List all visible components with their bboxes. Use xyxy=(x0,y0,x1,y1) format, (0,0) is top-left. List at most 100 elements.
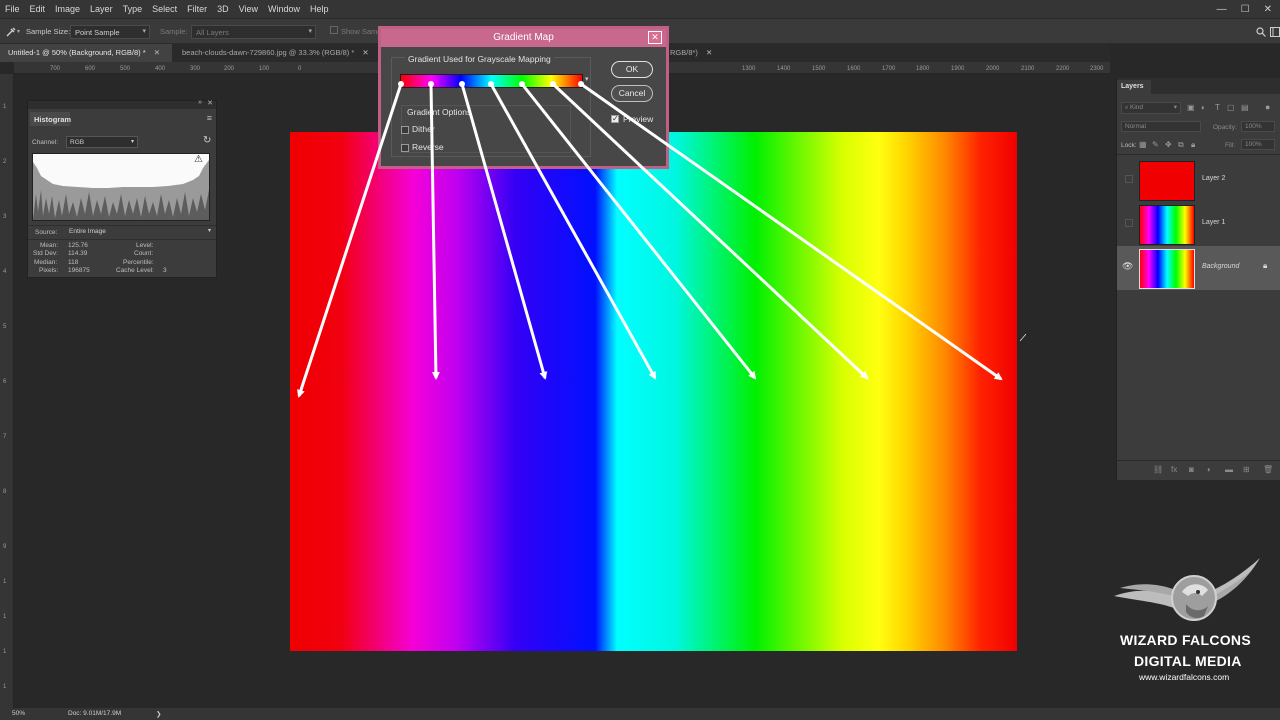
menu-select[interactable]: Select xyxy=(147,0,182,18)
menu-type[interactable]: Type xyxy=(118,0,148,18)
menu-layer[interactable]: Layer xyxy=(85,0,118,18)
lock-transparent-icon[interactable]: ▦ xyxy=(1139,140,1147,149)
eye-icon[interactable]: 👁︎ xyxy=(1122,261,1133,272)
ruler-tick: 9 xyxy=(3,544,7,550)
ruler-tick: 7 xyxy=(3,434,7,440)
filter-shape-icon[interactable]: ▢ xyxy=(1227,103,1235,112)
filter-kind-select[interactable]: ⌕ Kind ▾ xyxy=(1121,102,1181,114)
cancel-button[interactable]: Cancel xyxy=(611,85,653,102)
lock-image-icon[interactable]: ✎ xyxy=(1152,140,1159,149)
channel-label: Channel: xyxy=(32,139,59,146)
source-select[interactable]: Entire Image ▾ xyxy=(66,227,214,238)
dither-label: Dither xyxy=(412,124,435,134)
document-canvas[interactable] xyxy=(290,132,1017,651)
dialog-close-button[interactable]: ✕ xyxy=(648,31,662,44)
gradient-preview[interactable] xyxy=(400,74,583,88)
menu-window[interactable]: Window xyxy=(263,0,305,18)
source-value: Entire Image xyxy=(69,228,106,235)
menu-filter[interactable]: Filter xyxy=(182,0,212,18)
menu-3d[interactable]: 3D xyxy=(212,0,234,18)
gradient-picker-chevron-icon[interactable]: ▾ xyxy=(585,75,589,83)
adjustment-layer-icon[interactable]: ◐ xyxy=(1207,465,1212,474)
ruler-tick: 1600 xyxy=(847,66,861,72)
panel-grip[interactable]: » ✕ xyxy=(28,99,216,109)
workspace-icon[interactable] xyxy=(1270,27,1280,37)
lock-artboard-icon[interactable]: ⧉ xyxy=(1178,140,1184,150)
maximize-button[interactable]: ☐ xyxy=(1241,4,1250,15)
reverse-checkbox[interactable] xyxy=(401,144,409,152)
lock-label: Lock: xyxy=(1121,142,1137,149)
filter-type-icon[interactable]: T xyxy=(1215,103,1220,112)
layer-row-layer-1[interactable]: Layer 1 xyxy=(1117,202,1280,246)
sample-size-select[interactable]: Point Sample ▾ xyxy=(70,25,150,39)
watermark-url: www.wizardfalcons.com xyxy=(1139,672,1230,682)
tool-preset-chevron-icon[interactable]: ▾ xyxy=(17,28,20,35)
tab-histogram[interactable]: Histogram xyxy=(30,112,72,126)
collapse-icon[interactable]: » xyxy=(198,99,202,106)
menu-file[interactable]: File xyxy=(0,0,25,18)
divider xyxy=(1117,154,1280,155)
tab-third-document[interactable]: RGB/8*) ✕ xyxy=(662,44,722,62)
median-label: Median: xyxy=(34,259,58,266)
kind-value: Kind xyxy=(1130,104,1144,111)
ruler-tick: 6 xyxy=(3,379,7,385)
menu-edit[interactable]: Edit xyxy=(25,0,51,18)
blend-mode-select[interactable]: Normal xyxy=(1121,121,1201,132)
tab-label: RGB/8*) xyxy=(670,48,698,57)
lock-all-icon[interactable]: 🔒︎ xyxy=(1191,140,1195,150)
link-layers-icon[interactable]: ⛓︎ xyxy=(1153,465,1163,474)
filter-adjustment-icon[interactable]: ◐ xyxy=(1201,103,1206,112)
trash-icon[interactable]: 🗑︎ xyxy=(1263,465,1273,474)
zoom-level[interactable]: 50% xyxy=(12,710,25,717)
show-sampling-checkbox[interactable] xyxy=(330,26,338,34)
tab-label: Untitled-1 @ 50% (Background, RGB/8) * xyxy=(8,48,146,57)
fill-field[interactable]: 100% xyxy=(1241,139,1275,150)
channel-select[interactable]: RGB ▾ xyxy=(66,136,138,148)
window-controls: — ☐ ✕ xyxy=(1217,0,1272,18)
dither-checkbox[interactable] xyxy=(401,126,409,134)
lock-position-icon[interactable]: ✥ xyxy=(1165,140,1172,149)
ok-button[interactable]: OK xyxy=(611,61,653,78)
layer-row-background[interactable]: 👁︎ Background 🔒︎ xyxy=(1117,246,1280,290)
fx-icon[interactable]: fx xyxy=(1171,465,1177,474)
preview-checkbox[interactable] xyxy=(611,114,619,123)
search-icon[interactable] xyxy=(1256,27,1266,37)
filter-toggle-icon[interactable]: ● xyxy=(1265,102,1270,112)
visibility-toggle[interactable] xyxy=(1125,175,1133,183)
close-icon[interactable]: ✕ xyxy=(706,48,712,57)
add-mask-icon[interactable]: ◙ xyxy=(1189,465,1194,474)
menu-view[interactable]: View xyxy=(234,0,263,18)
visibility-toggle[interactable] xyxy=(1125,219,1133,227)
refresh-icon[interactable]: ↻ xyxy=(203,135,211,146)
status-bar: 50% Doc: 9.01M/17.9M ❯ xyxy=(0,708,1280,720)
ruler-tick: 1 xyxy=(3,649,7,655)
menu-help[interactable]: Help xyxy=(305,0,334,18)
doc-size: Doc: 9.01M/17.9M xyxy=(68,710,122,717)
tab-untitled-1[interactable]: Untitled-1 @ 50% (Background, RGB/8) * ✕ xyxy=(0,44,172,62)
eyedropper-icon[interactable] xyxy=(5,26,17,38)
filter-smart-object-icon[interactable]: ▤ xyxy=(1241,103,1249,112)
close-icon[interactable]: ✕ xyxy=(154,48,160,57)
sample-select[interactable]: All Layers ▾ xyxy=(191,25,316,39)
opacity-field[interactable]: 100% xyxy=(1241,121,1275,132)
tab-label: beach-clouds-dawn-729860.jpg @ 33.3% (RG… xyxy=(182,48,355,57)
menu-image[interactable]: Image xyxy=(50,0,85,18)
filter-pixel-icon[interactable]: ▣ xyxy=(1187,103,1195,112)
layers-footer: ⛓︎ fx ◙ ◐ ▬ ⊞ 🗑︎ xyxy=(1117,460,1280,480)
new-group-icon[interactable]: ▬ xyxy=(1225,465,1233,474)
tab-beach-clouds[interactable]: beach-clouds-dawn-729860.jpg @ 33.3% (RG… xyxy=(174,44,380,62)
close-window-button[interactable]: ✕ xyxy=(1264,4,1272,15)
panel-menu-icon[interactable]: ≡ xyxy=(207,113,212,123)
minimize-button[interactable]: — xyxy=(1217,4,1227,15)
close-icon[interactable]: ✕ xyxy=(207,99,213,107)
pixels-label: Pixels: xyxy=(39,267,59,274)
layer-row-layer-2[interactable]: Layer 2 xyxy=(1117,158,1280,202)
panel-title: Histogram xyxy=(34,115,72,124)
dialog-title[interactable]: Gradient Map xyxy=(381,29,666,47)
close-icon[interactable]: ✕ xyxy=(362,48,368,57)
new-layer-icon[interactable]: ⊞ xyxy=(1243,465,1250,474)
median-value: 118 xyxy=(68,259,79,266)
status-menu-arrow-icon[interactable]: ❯ xyxy=(156,710,161,718)
tab-layers[interactable]: Layers xyxy=(1117,80,1151,94)
ruler-tick: 1 xyxy=(3,579,7,585)
